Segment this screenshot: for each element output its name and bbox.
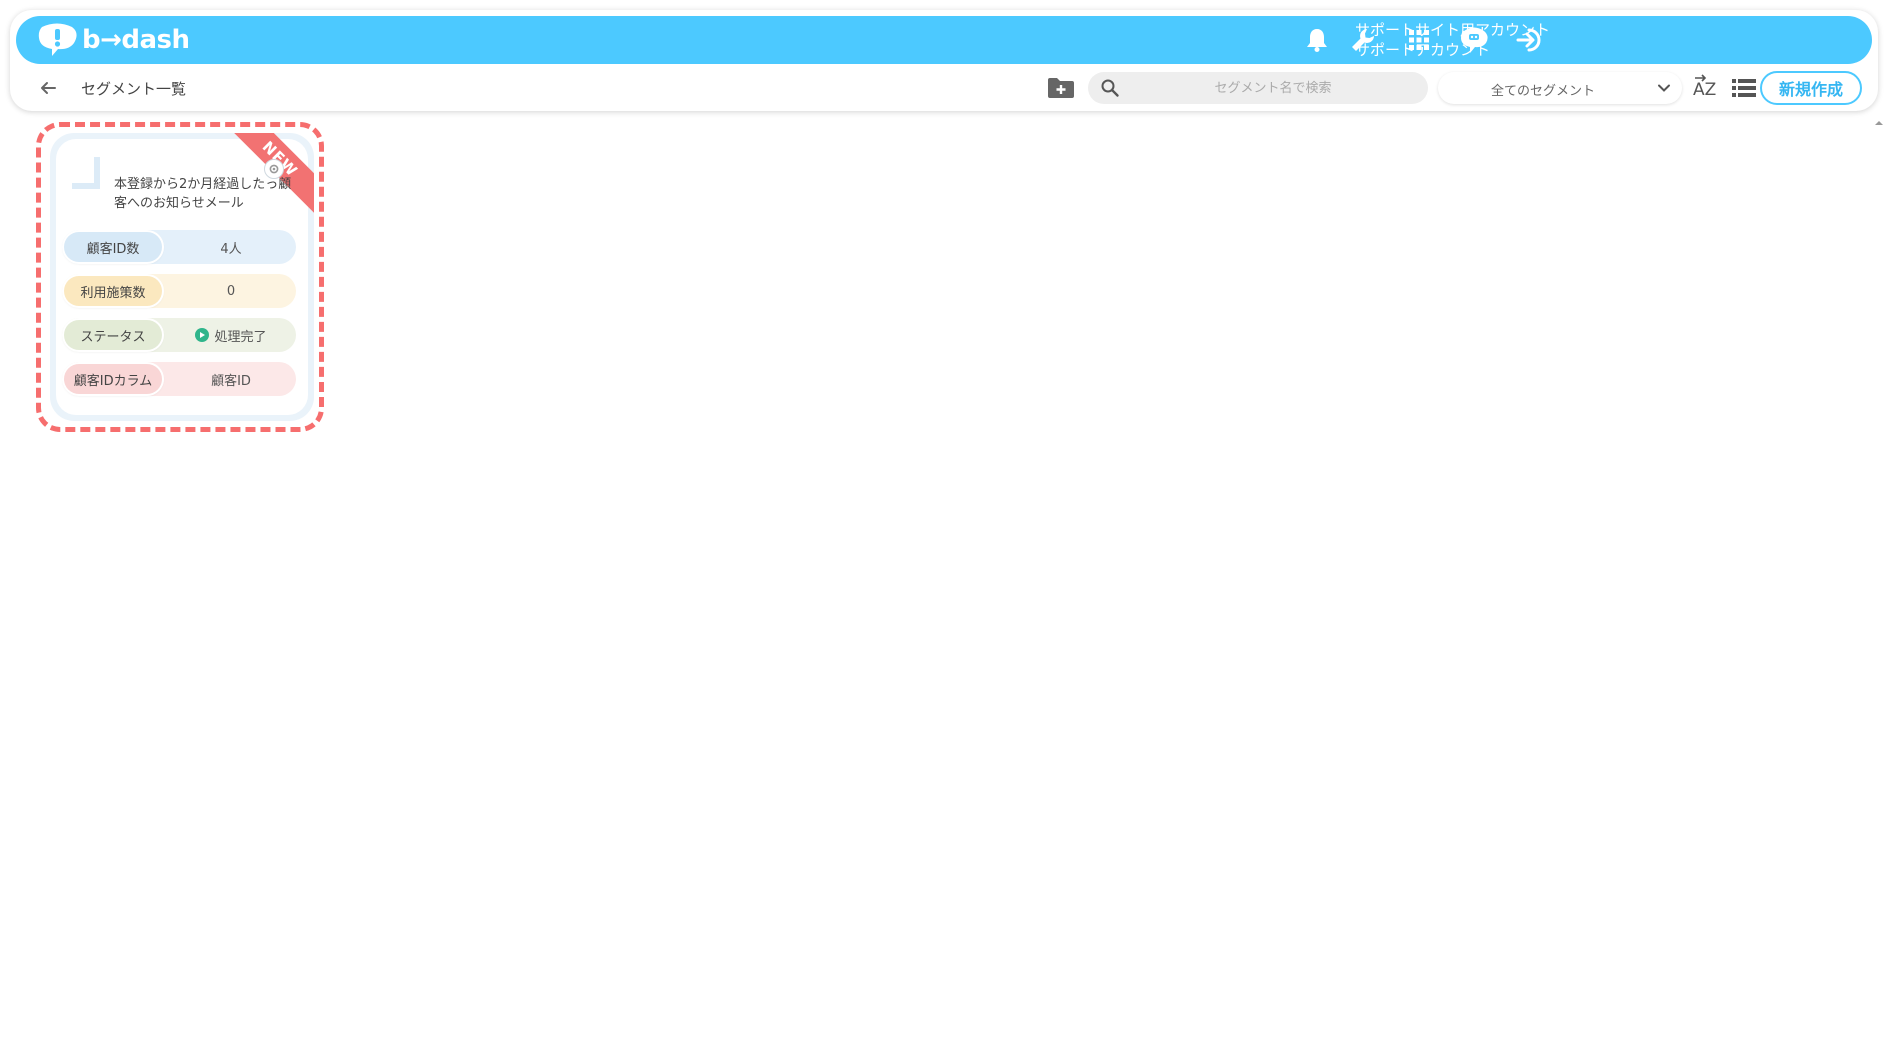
search-icon bbox=[1101, 79, 1119, 97]
back-arrow-icon[interactable] bbox=[36, 76, 60, 100]
search-input[interactable] bbox=[1128, 72, 1418, 104]
sort-label: AZ bbox=[1693, 80, 1716, 100]
top-navigation-bar: b→dash サポートサイト用アカウント サポートアカウント bbox=[16, 16, 1872, 64]
used-campaigns-row: 利用施策数 0 bbox=[62, 274, 296, 308]
row-label: 顧客ID数 bbox=[64, 232, 162, 262]
row-label: ステータス bbox=[64, 320, 162, 350]
customer-id-count-row: 顧客ID数 4人 bbox=[62, 230, 296, 264]
add-folder-icon[interactable] bbox=[1046, 74, 1076, 102]
customer-id-column-row: 顧客IDカラム 顧客ID bbox=[62, 362, 296, 396]
list-view-icon[interactable] bbox=[1730, 74, 1758, 102]
support-chat-icon[interactable] bbox=[1458, 24, 1490, 56]
create-new-button[interactable]: 新規作成 bbox=[1760, 71, 1862, 105]
row-value: 4人 bbox=[220, 241, 242, 257]
segment-card[interactable]: NEW 本登録から2か月経過したっ顧客へのお知らせメール 顧客ID数 4人 利用… bbox=[50, 133, 314, 421]
logout-icon[interactable] bbox=[1514, 24, 1546, 56]
logo-text: b→dash bbox=[82, 25, 190, 55]
status-row: ステータス 処理完了 bbox=[62, 318, 296, 352]
b-dash-logo[interactable]: b→dash bbox=[36, 22, 190, 58]
row-value: 0 bbox=[226, 283, 236, 299]
chevron-down-icon bbox=[1658, 84, 1670, 92]
wrench-icon[interactable] bbox=[1347, 24, 1379, 56]
status-complete-icon bbox=[195, 328, 210, 342]
segment-search-box[interactable] bbox=[1088, 72, 1428, 104]
sub-toolbar: セグメント一覧 全てのセグメント AZ 新規作成 bbox=[16, 68, 1872, 108]
bell-icon[interactable] bbox=[1301, 24, 1333, 56]
row-label: 顧客IDカラム bbox=[64, 364, 162, 394]
filter-selected-value: 全てのセグメント bbox=[1490, 84, 1595, 99]
status-text: 処理完了 bbox=[214, 329, 267, 345]
segment-title[interactable]: 本登録から2か月経過したっ顧客へのお知らせメール bbox=[114, 175, 294, 213]
row-label: 利用施策数 bbox=[64, 276, 162, 306]
logo-bubble-icon bbox=[38, 23, 77, 56]
row-value-status: 処理完了 bbox=[166, 318, 296, 352]
segment-filter-select[interactable]: 全てのセグメント bbox=[1438, 72, 1682, 104]
card-corner-mark-icon bbox=[72, 157, 100, 189]
sort-az-icon[interactable]: AZ bbox=[1692, 73, 1724, 103]
apps-grid-icon[interactable] bbox=[1403, 24, 1435, 56]
scroll-up-arrow-icon[interactable] bbox=[1872, 118, 1886, 128]
page-title: セグメント一覧 bbox=[81, 80, 187, 98]
row-value: 顧客ID bbox=[211, 373, 251, 389]
